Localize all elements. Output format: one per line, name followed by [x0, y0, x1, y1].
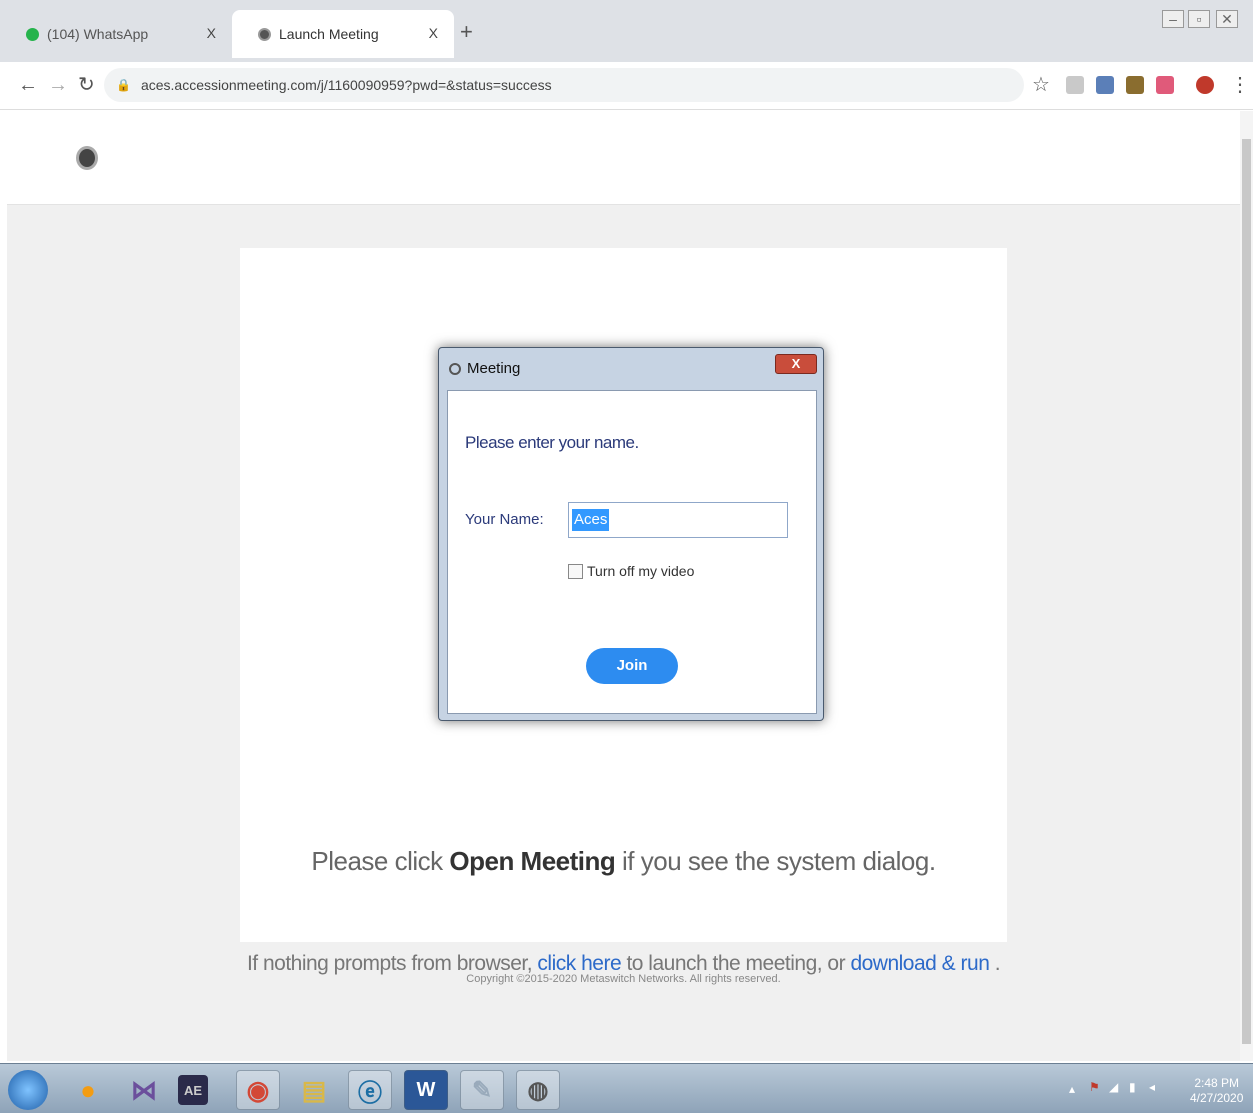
tab-label: Launch Meeting	[279, 26, 379, 42]
prompt-text: Please click	[311, 846, 450, 876]
window-close-icon[interactable]: ✕	[1216, 10, 1238, 28]
launch-text: If nothing prompts from browser,	[246, 952, 538, 975]
tab-close-icon[interactable]: X	[207, 25, 216, 41]
browser-tabstrip: (104) WhatsApp X Launch Meeting X + – ▫ …	[0, 0, 1253, 62]
after-effects-icon[interactable]: AE	[178, 1075, 208, 1105]
dialog-title: Meeting	[467, 360, 521, 377]
firefox-icon[interactable]: ●	[66, 1070, 110, 1110]
meeting-dialog: Meeting X Please enter your name. Your N…	[438, 347, 824, 721]
whatsapp-icon	[26, 27, 39, 41]
word-icon[interactable]: W	[404, 1070, 448, 1110]
address-bar[interactable]: 🔒 aces.accessionmeeting.com/j/1160090959…	[104, 68, 1024, 102]
eset-icon[interactable]: ⓔ	[348, 1070, 392, 1110]
profile-avatar[interactable]	[1196, 76, 1214, 94]
forward-arrow-icon[interactable]: →	[48, 74, 68, 96]
prompt-text: if you see the system dialog.	[615, 846, 936, 876]
bookmark-star-icon[interactable]: ☆	[1032, 72, 1050, 97]
page-header	[7, 111, 1240, 205]
turn-off-video-checkbox[interactable]	[568, 563, 583, 579]
tab-label: (104) WhatsApp	[47, 26, 149, 42]
start-button[interactable]	[8, 1070, 48, 1110]
media-player-icon[interactable]: ⋈	[122, 1070, 166, 1110]
turn-off-video-option[interactable]: Turn off my video	[568, 563, 694, 579]
battery-icon[interactable]: ▮	[1129, 1080, 1136, 1094]
volume-icon[interactable]: ◂	[1149, 1080, 1155, 1094]
jar-extension-icon[interactable]	[1126, 76, 1144, 94]
page-scrollbar[interactable]	[1240, 111, 1253, 1061]
maximize-icon[interactable]: ▫	[1188, 10, 1210, 28]
open-meeting-emphasis: Open Meeting	[449, 846, 616, 876]
browser-menu-icon[interactable]: ⋮	[1230, 72, 1250, 97]
minimize-icon[interactable]: –	[1162, 10, 1184, 28]
os-taskbar: ● ⋈ AE ◉ ▤ ⓔ W ✎ ◍ ▴ ⚑ ◢ ▮ ◂ 2:48 PM 4/2…	[0, 1063, 1253, 1113]
clock-date: 4/27/2020	[1190, 1091, 1244, 1105]
tab-launch-meeting[interactable]: Launch Meeting X	[232, 10, 454, 58]
taskbar-clock[interactable]: 2:48 PM 4/27/2020	[1190, 1076, 1243, 1106]
back-arrow-icon[interactable]: ←	[18, 74, 38, 96]
launch-text: .	[989, 952, 1001, 975]
dialog-close-button[interactable]: X	[775, 354, 817, 374]
tab-close-icon[interactable]: X	[429, 25, 438, 41]
copyright-text: Copyright ©2015-2020 Metaswitch Networks…	[466, 973, 781, 985]
url-text: aces.accessionmeeting.com/j/1160090959?p…	[140, 77, 552, 93]
scrollbar-thumb[interactable]	[1242, 139, 1251, 1044]
antivirus-tray-icon[interactable]: ⚑	[1089, 1080, 1100, 1094]
reload-icon[interactable]: ↻	[78, 74, 95, 96]
pocket-extension-icon[interactable]	[1156, 76, 1174, 94]
meeting-app-taskbar-icon[interactable]: ◍	[516, 1070, 560, 1110]
your-name-label: Your Name:	[465, 511, 544, 528]
meeting-logo-icon	[258, 27, 271, 41]
chrome-icon[interactable]: ◉	[236, 1070, 280, 1110]
launch-text: to launch the meeting, or	[621, 952, 851, 975]
join-button[interactable]: Join	[586, 648, 678, 684]
turn-off-video-label: Turn off my video	[587, 563, 695, 579]
tab-whatsapp[interactable]: (104) WhatsApp X	[0, 10, 232, 58]
lock-icon: 🔒	[116, 78, 131, 92]
open-meeting-prompt: Please click Open Meeting if you see the…	[240, 846, 1007, 877]
network-icon[interactable]: ◢	[1109, 1080, 1118, 1094]
dialog-body: Please enter your name. Your Name: Aces …	[447, 390, 817, 714]
file-explorer-icon[interactable]: ▤	[292, 1070, 336, 1110]
meeting-app-icon	[449, 362, 461, 375]
click-here-link[interactable]: click here	[537, 952, 621, 975]
download-run-link[interactable]: download & run	[850, 952, 989, 975]
new-tab-button[interactable]: +	[460, 20, 473, 44]
screen: (104) WhatsApp X Launch Meeting X + – ▫ …	[0, 0, 1253, 1113]
paint-icon[interactable]: ✎	[460, 1070, 504, 1110]
dialog-title-bar[interactable]: Meeting	[449, 360, 520, 377]
shield-extension-icon[interactable]	[1066, 76, 1084, 94]
enter-name-heading: Please enter your name.	[465, 433, 639, 452]
site-logo[interactable]	[76, 146, 98, 170]
browser-toolbar: ← → ↻ 🔒 aces.accessionmeeting.com/j/1160…	[0, 62, 1253, 110]
tray-expand-icon[interactable]: ▴	[1069, 1082, 1075, 1096]
clock-time: 2:48 PM	[1194, 1076, 1240, 1090]
calendar-extension-icon[interactable]	[1096, 76, 1114, 94]
name-input-value: Aces	[572, 509, 610, 531]
